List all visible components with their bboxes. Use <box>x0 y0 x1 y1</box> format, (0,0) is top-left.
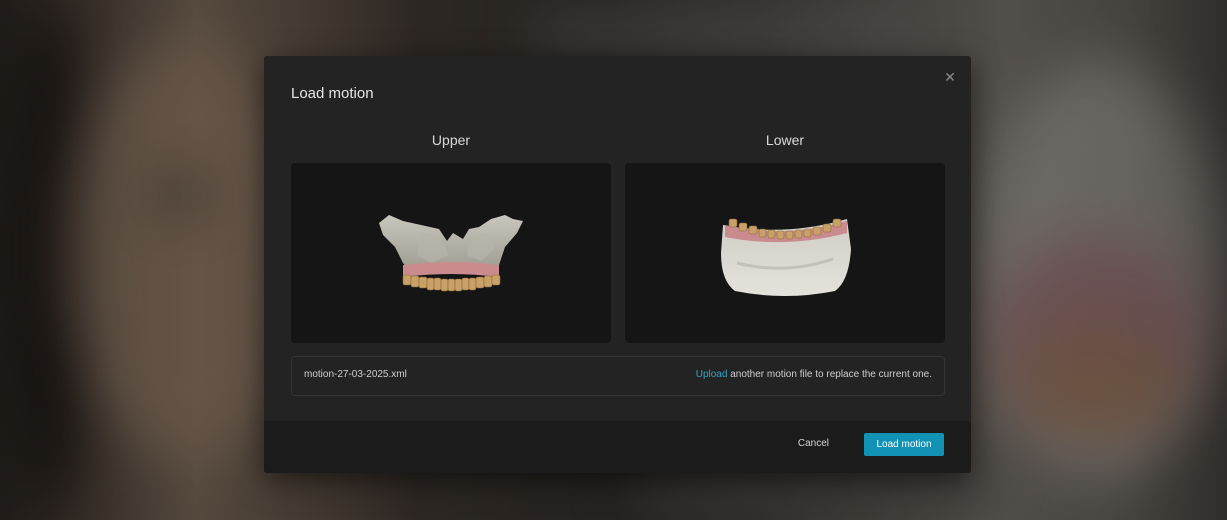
upload-hint-text: another motion file to replace the curre… <box>727 369 932 380</box>
cancel-button[interactable]: Cancel <box>798 438 829 449</box>
dialog-title: Load motion <box>291 85 374 102</box>
load-motion-dialog: ✕ Load motion Upper Lower motion-27-03-2… <box>264 56 971 473</box>
lower-jaw-preview[interactable] <box>625 163 945 343</box>
motion-file-name: motion-27-03-2025.xml <box>304 369 407 380</box>
upper-jaw-model-image <box>379 215 523 292</box>
dialog-footer: Cancel Load motion <box>264 421 971 473</box>
upper-label: Upper <box>431 132 471 148</box>
upper-jaw-preview[interactable] <box>291 163 611 343</box>
load-motion-button[interactable]: Load motion <box>864 433 944 456</box>
upload-link[interactable]: Upload <box>696 369 728 380</box>
close-icon[interactable]: ✕ <box>943 70 957 84</box>
lower-label: Lower <box>765 132 805 148</box>
lower-jaw-model-image <box>721 218 851 296</box>
motion-file-row: motion-27-03-2025.xml Upload another mot… <box>291 356 945 396</box>
upload-hint: Upload another motion file to replace th… <box>696 369 932 380</box>
